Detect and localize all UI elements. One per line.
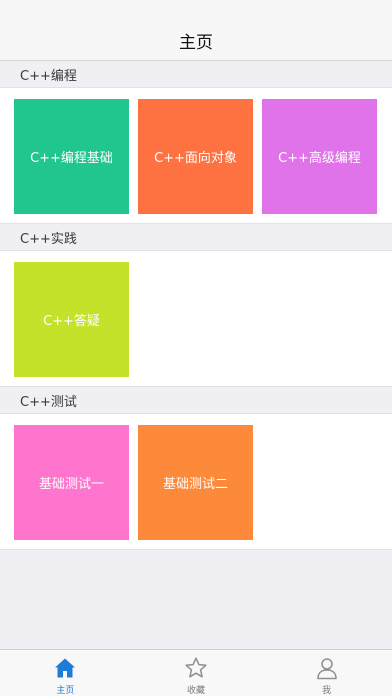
tile-label: C++答疑 xyxy=(43,314,100,329)
section-title: C++测试 xyxy=(20,394,77,410)
tab-bar: 主页 收藏 我 xyxy=(0,649,392,696)
tile-label: C++面向对象 xyxy=(154,151,237,166)
tile-label: C++编程基础 xyxy=(30,151,113,166)
navigation-bar: 主页 xyxy=(0,20,392,61)
star-icon xyxy=(185,657,207,678)
tab-label: 我 xyxy=(322,686,332,696)
section-title: C++实践 xyxy=(20,231,77,247)
section-header-programming: C++编程 xyxy=(0,61,392,87)
user-icon xyxy=(316,658,337,680)
section-practice-grid: C++答疑 xyxy=(0,250,392,387)
section-testing-grid: 基础测试一 基础测试二 xyxy=(0,413,392,550)
main-content: C++编程 C++编程基础 C++面向对象 C++高级编程 C++实践 C++答… xyxy=(0,61,392,550)
tile-label: 基础测试二 xyxy=(162,477,228,492)
tile-cpp-basics[interactable]: C++编程基础 xyxy=(14,99,129,214)
section-header-practice: C++实践 xyxy=(0,224,392,250)
tab-favorites[interactable]: 收藏 xyxy=(131,650,262,696)
tab-label: 收藏 xyxy=(187,686,206,696)
tile-cpp-advanced[interactable]: C++高级编程 xyxy=(262,99,377,214)
tile-basic-test-one[interactable]: 基础测试一 xyxy=(14,425,129,540)
tile-label: C++高级编程 xyxy=(278,151,361,166)
tile-basic-test-two[interactable]: 基础测试二 xyxy=(138,425,253,540)
page-title: 主页 xyxy=(179,32,213,53)
status-bar xyxy=(0,0,392,20)
tab-label: 主页 xyxy=(56,686,75,696)
section-header-testing: C++测试 xyxy=(0,387,392,413)
home-icon xyxy=(55,658,76,678)
section-programming-grid: C++编程基础 C++面向对象 C++高级编程 xyxy=(0,87,392,224)
tab-me[interactable]: 我 xyxy=(261,650,392,696)
tab-home[interactable]: 主页 xyxy=(0,650,131,696)
section-title: C++编程 xyxy=(20,68,77,84)
tile-label: 基础测试一 xyxy=(38,477,104,492)
tile-cpp-oop[interactable]: C++面向对象 xyxy=(138,99,253,214)
tile-cpp-qa[interactable]: C++答疑 xyxy=(14,262,129,377)
